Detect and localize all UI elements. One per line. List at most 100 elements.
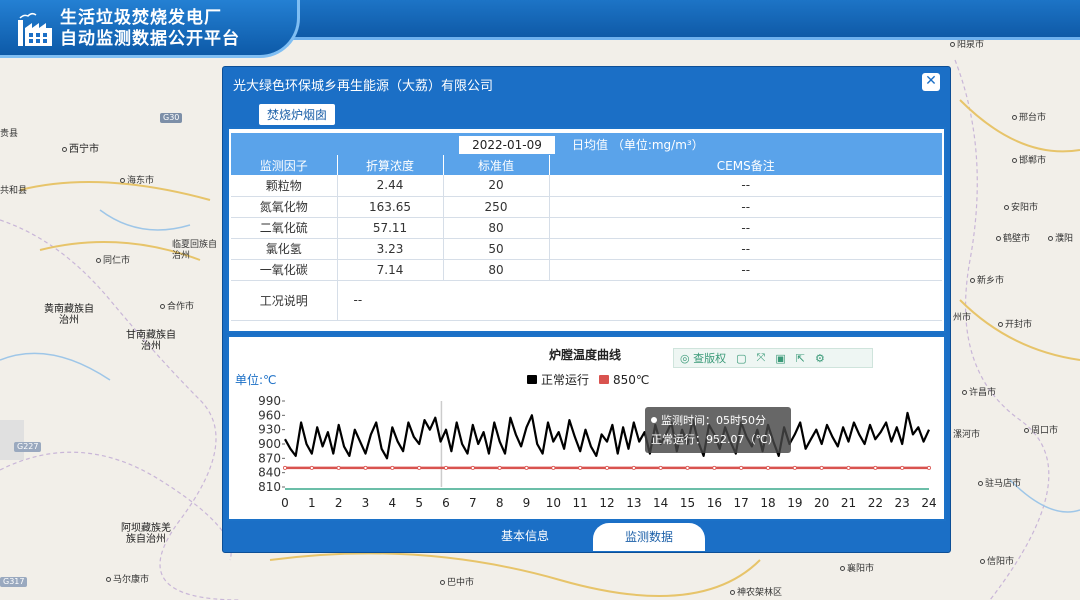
- map-label: 西宁市: [62, 144, 99, 155]
- map-label: 襄阳市: [840, 564, 874, 575]
- map-label: 濮阳: [1048, 234, 1073, 245]
- tab-monitoring-data[interactable]: 监测数据: [593, 523, 705, 551]
- save-image-icon[interactable]: ▣: [775, 352, 785, 365]
- table-row: 颗粒物 2.44 20 --: [231, 175, 942, 197]
- threshold-point: [685, 465, 690, 470]
- daily-average-panel: 2022-01-09 日均值 （单位:mg/m³） 监测因子 折算浓度 标准值 …: [227, 127, 946, 333]
- map-label: 共和县: [0, 186, 28, 196]
- table-row: 二氧化硫 57.11 80 --: [231, 217, 942, 239]
- threshold-point: [900, 465, 905, 470]
- x-tick-label: 13: [626, 496, 641, 510]
- table-cell: 一氧化碳: [231, 259, 337, 281]
- legend-item-normal[interactable]: 正常运行: [527, 371, 589, 388]
- date-picker[interactable]: 2022-01-09: [459, 136, 555, 154]
- table-cell: --: [548, 175, 942, 197]
- threshold-point: [390, 465, 395, 470]
- threshold-point: [470, 465, 475, 470]
- threshold-point: [443, 465, 448, 470]
- map-label: 甘南藏族自治州: [126, 330, 176, 352]
- threshold-point: [497, 465, 502, 470]
- column-header: 标准值: [442, 155, 549, 175]
- x-tick-label: 11: [573, 496, 588, 510]
- restore-icon[interactable]: ▢: [736, 352, 746, 365]
- map-label: 阿坝藏族羌族自治州: [121, 523, 171, 545]
- chart-toolbox: ◎ 查版权 ▢ ⤧ ▣ ⇱ ⚙: [673, 348, 873, 368]
- table-cell: 颗粒物: [231, 175, 337, 197]
- x-tick-label: 19: [787, 496, 802, 510]
- x-tick-label: 24: [921, 496, 936, 510]
- x-tick-label: 15: [680, 496, 695, 510]
- map-label: 贵县: [0, 129, 19, 139]
- chart-unit-label: 单位:℃: [235, 373, 277, 387]
- table-cell: --: [548, 238, 942, 260]
- threshold-point: [524, 465, 529, 470]
- threshold-point: [792, 465, 797, 470]
- legend-item-threshold[interactable]: 850℃: [599, 371, 649, 388]
- map-label: 鹤壁市: [996, 234, 1030, 245]
- x-tick-label: 17: [734, 496, 749, 510]
- close-button[interactable]: ✕: [922, 73, 940, 91]
- map-label: 巴中市: [440, 578, 474, 589]
- close-icon: ✕: [925, 73, 937, 89]
- table-cell: 3.23: [336, 238, 443, 260]
- x-tick-label: 9: [523, 496, 531, 510]
- table-cell: --: [548, 196, 942, 218]
- x-tick-label: 14: [653, 496, 668, 510]
- x-tick-label: 7: [469, 496, 477, 510]
- map-label: 邯郸市: [1012, 156, 1046, 167]
- x-tick-label: 20: [814, 496, 829, 510]
- zoom-icon[interactable]: ⤧: [757, 351, 766, 365]
- banner-title-block: 生活垃圾焚烧发电厂 自动监测数据公开平台: [0, 0, 300, 58]
- table-cell: 氯化氢: [231, 238, 337, 260]
- threshold-point: [766, 465, 771, 470]
- map-label: 周口市: [1024, 426, 1058, 437]
- table-cell: 80: [442, 259, 549, 281]
- road-badge: G317: [0, 577, 28, 587]
- x-tick-label: 16: [707, 496, 722, 510]
- x-tick-label: 12: [599, 496, 614, 510]
- map-label: 神农架林区: [730, 588, 782, 599]
- threshold-point: [604, 465, 609, 470]
- map-label: 黄南藏族自治州: [44, 304, 94, 326]
- map-label: 临夏回族自治州: [172, 240, 218, 261]
- road-badge: G227: [14, 442, 42, 452]
- table-cell: 二氧化硫: [231, 217, 337, 239]
- export-icon[interactable]: ⇱: [796, 352, 805, 365]
- x-tick-label: 21: [841, 496, 856, 510]
- tab-basic-info[interactable]: 基本信息: [501, 527, 549, 544]
- threshold-point: [551, 465, 556, 470]
- banner-strip: [250, 0, 1080, 40]
- x-tick-label: 23: [895, 496, 910, 510]
- data-view-button[interactable]: ◎ 查版权: [680, 350, 726, 366]
- y-tick-label: 930: [258, 423, 281, 437]
- threshold-point: [578, 465, 583, 470]
- column-header: CEMS备注: [548, 155, 942, 175]
- settings-icon[interactable]: ⚙: [815, 352, 825, 365]
- legend-label: 正常运行: [541, 373, 590, 387]
- x-tick-label: 22: [868, 496, 883, 510]
- tooltip-line: 监测时间：05时50分: [651, 411, 785, 430]
- table-cell: 163.65: [336, 196, 443, 218]
- map-label: 许昌市: [962, 388, 996, 399]
- table-cell: 57.11: [336, 217, 443, 239]
- daily-average-label: 日均值 （单位:mg/m³）: [572, 138, 704, 152]
- table-cell: 7.14: [336, 259, 443, 281]
- table-row: 氯化氢 3.23 50 --: [231, 238, 942, 260]
- map-label: 马尔康市: [106, 575, 149, 586]
- column-header: 折算浓度: [336, 155, 443, 175]
- x-tick-label: 10: [546, 496, 561, 510]
- threshold-point: [283, 465, 288, 470]
- y-tick-label: 810: [258, 480, 281, 494]
- y-tick-label: 990: [258, 394, 281, 408]
- legend-swatch: [527, 375, 537, 384]
- bottom-tab-bar: 基本信息 监测数据: [227, 523, 946, 551]
- threshold-point: [819, 465, 824, 470]
- x-tick-label: 8: [496, 496, 504, 510]
- map-label: 安阳市: [1004, 203, 1038, 214]
- x-tick-label: 4: [389, 496, 397, 510]
- threshold-point: [712, 465, 717, 470]
- map-label: 合作市: [160, 302, 194, 313]
- tab-furnace-chimney[interactable]: 焚烧炉烟囱: [259, 104, 336, 125]
- data-view-label: 查版权: [693, 352, 727, 365]
- threshold-point: [309, 465, 314, 470]
